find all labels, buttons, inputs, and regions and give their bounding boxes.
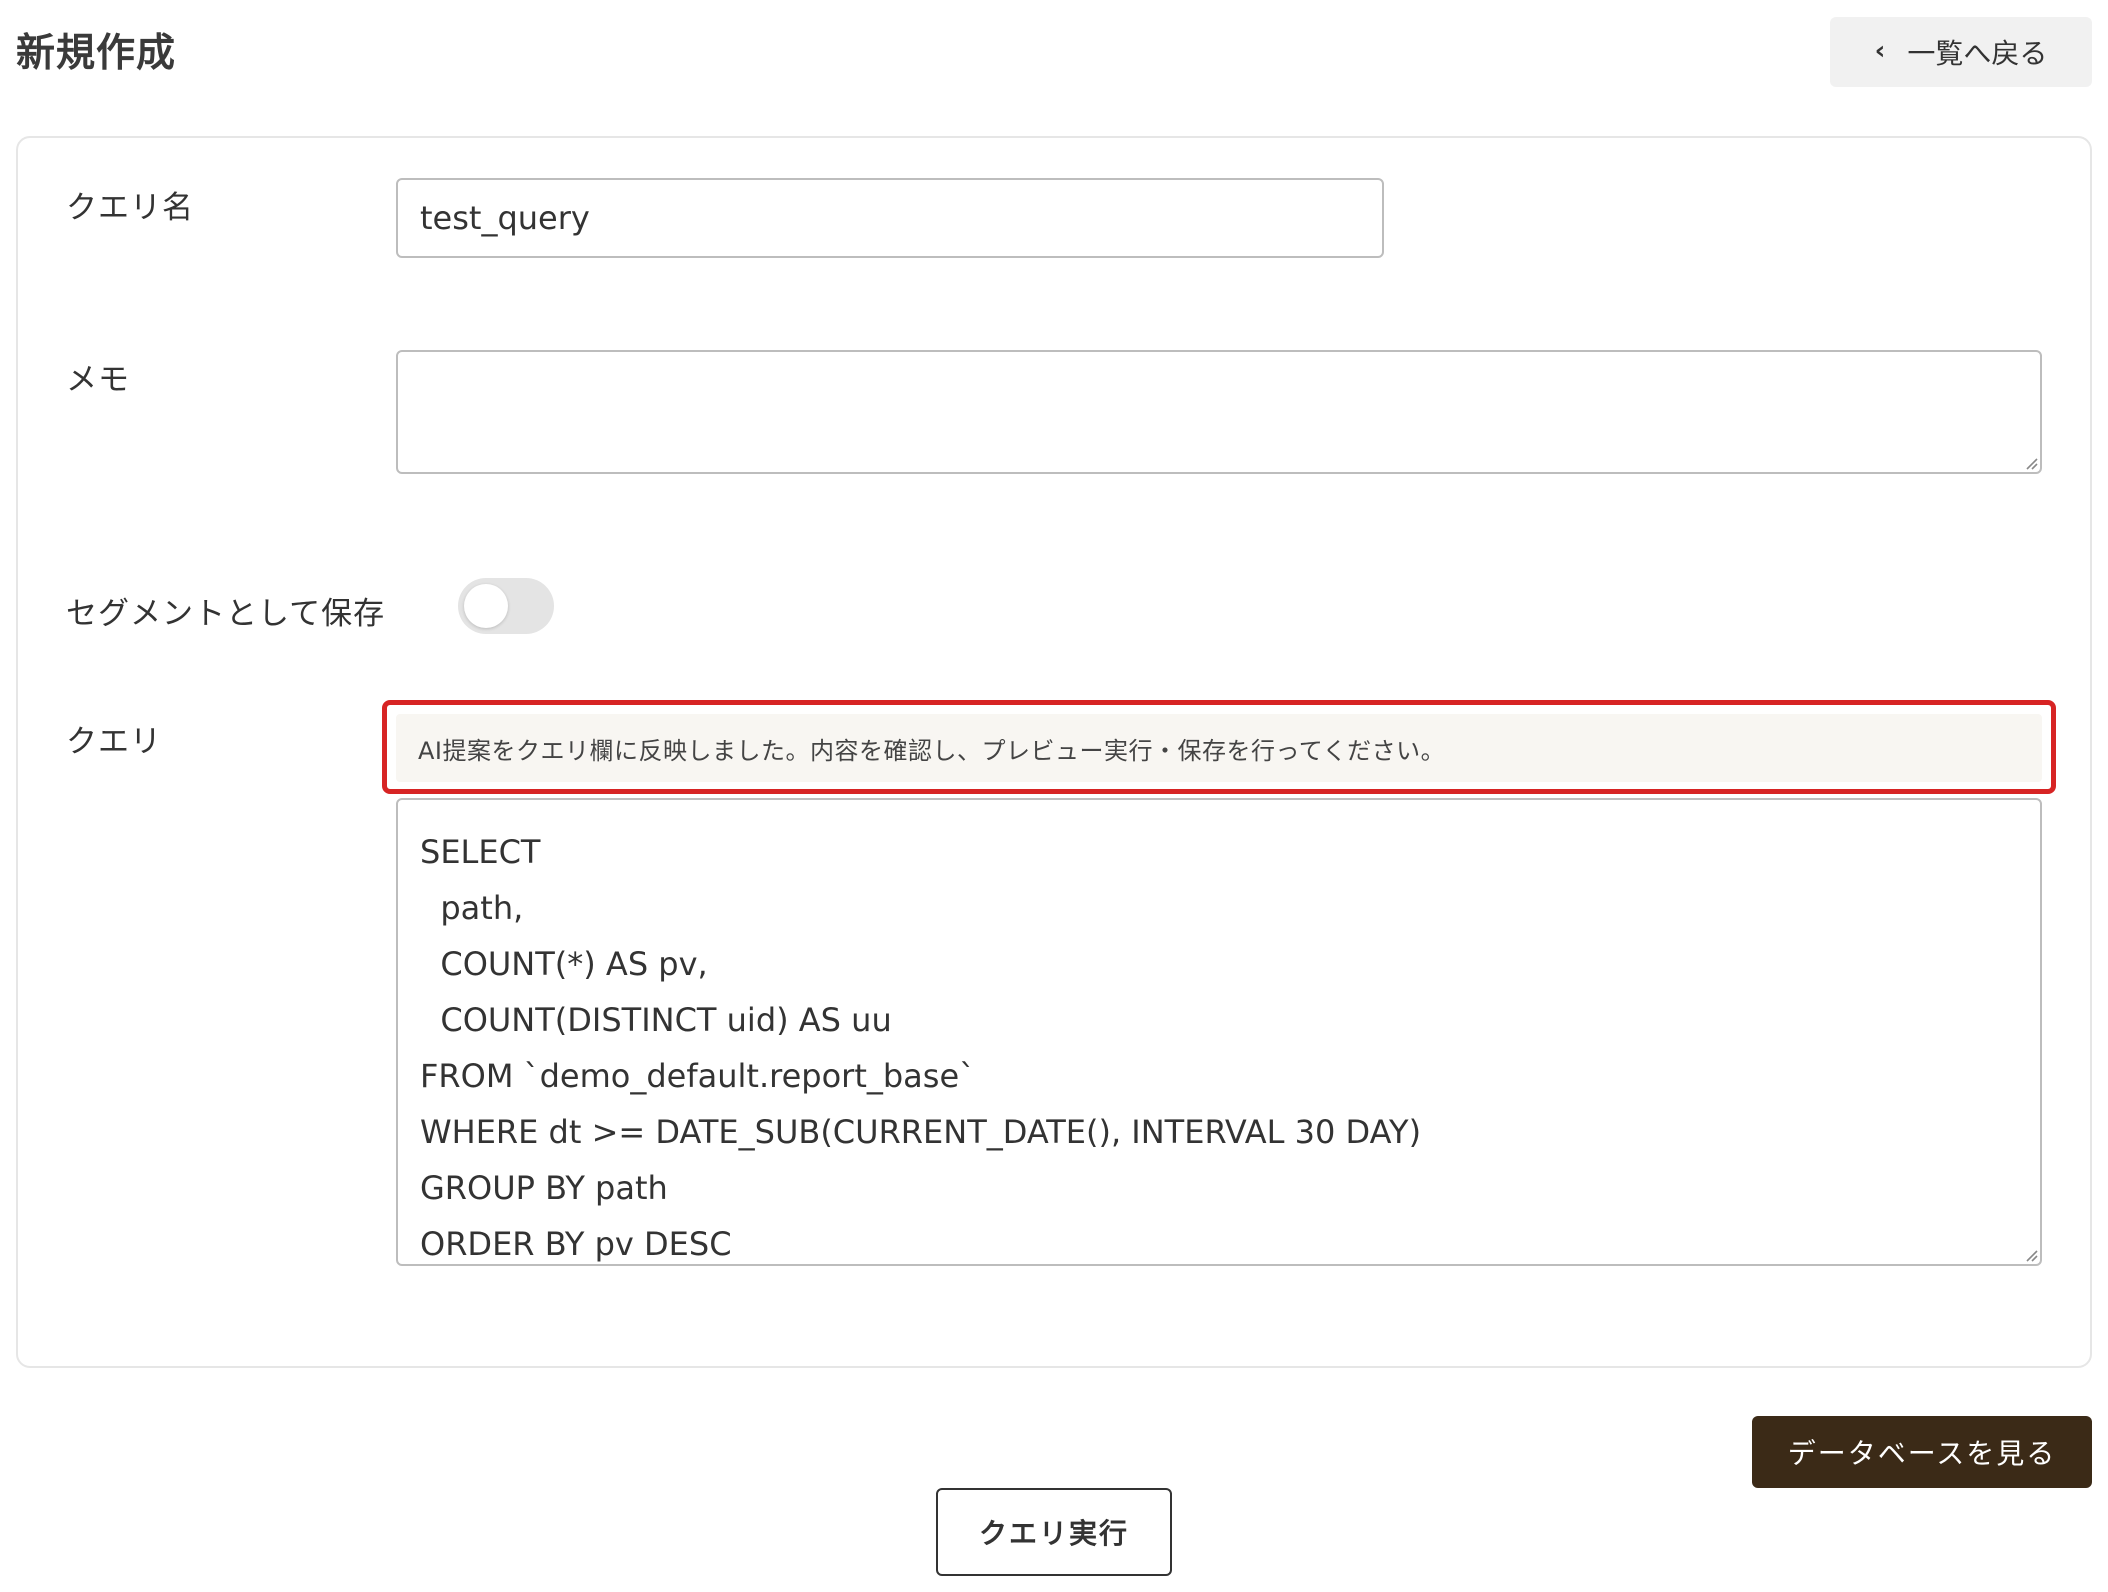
back-to-list-label: 一覧へ戻る [1907, 37, 2048, 70]
view-database-button[interactable]: データベースを見る [1752, 1416, 2092, 1488]
query-label: クエリ [66, 724, 162, 760]
memo-label: メモ [66, 362, 130, 398]
save-as-segment-toggle[interactable] [458, 578, 554, 634]
query-line: COUNT(*) AS pv, [420, 945, 708, 983]
query-line: ORDER BY pv DESC [420, 1225, 732, 1263]
back-to-list-button[interactable]: ‹ 一覧へ戻る [1830, 17, 2092, 87]
run-query-button[interactable]: クエリ実行 [936, 1488, 1172, 1576]
query-line: GROUP BY path [420, 1169, 668, 1207]
query-line: FROM `demo_default.report_base` [420, 1057, 976, 1095]
save-as-segment-label: セグメントとして保存 [66, 596, 386, 632]
query-line: path, [420, 889, 524, 927]
query-line: WHERE dt >= DATE_SUB(CURRENT_DATE(), INT… [420, 1113, 1422, 1151]
query-line: SELECT [420, 833, 541, 871]
query-line: COUNT(DISTINCT uid) AS uu [420, 1001, 892, 1039]
memo-textarea[interactable] [396, 350, 2042, 474]
query-name-label: クエリ名 [66, 190, 194, 226]
query-name-input[interactable] [396, 178, 1384, 258]
ai-suggestion-notice: AI提案をクエリ欄に反映しました。内容を確認し、プレビュー実行・保存を行ってくだ… [396, 714, 2042, 782]
ai-suggestion-notice-text: AI提案をクエリ欄に反映しました。内容を確認し、プレビュー実行・保存を行ってくだ… [418, 736, 1446, 765]
chevron-left-icon: ‹ [1874, 36, 1886, 66]
toggle-knob [464, 584, 508, 628]
query-editor[interactable]: SELECT path, COUNT(*) AS pv, COUNT(DISTI… [396, 798, 2042, 1266]
page-title: 新規作成 [16, 31, 177, 76]
